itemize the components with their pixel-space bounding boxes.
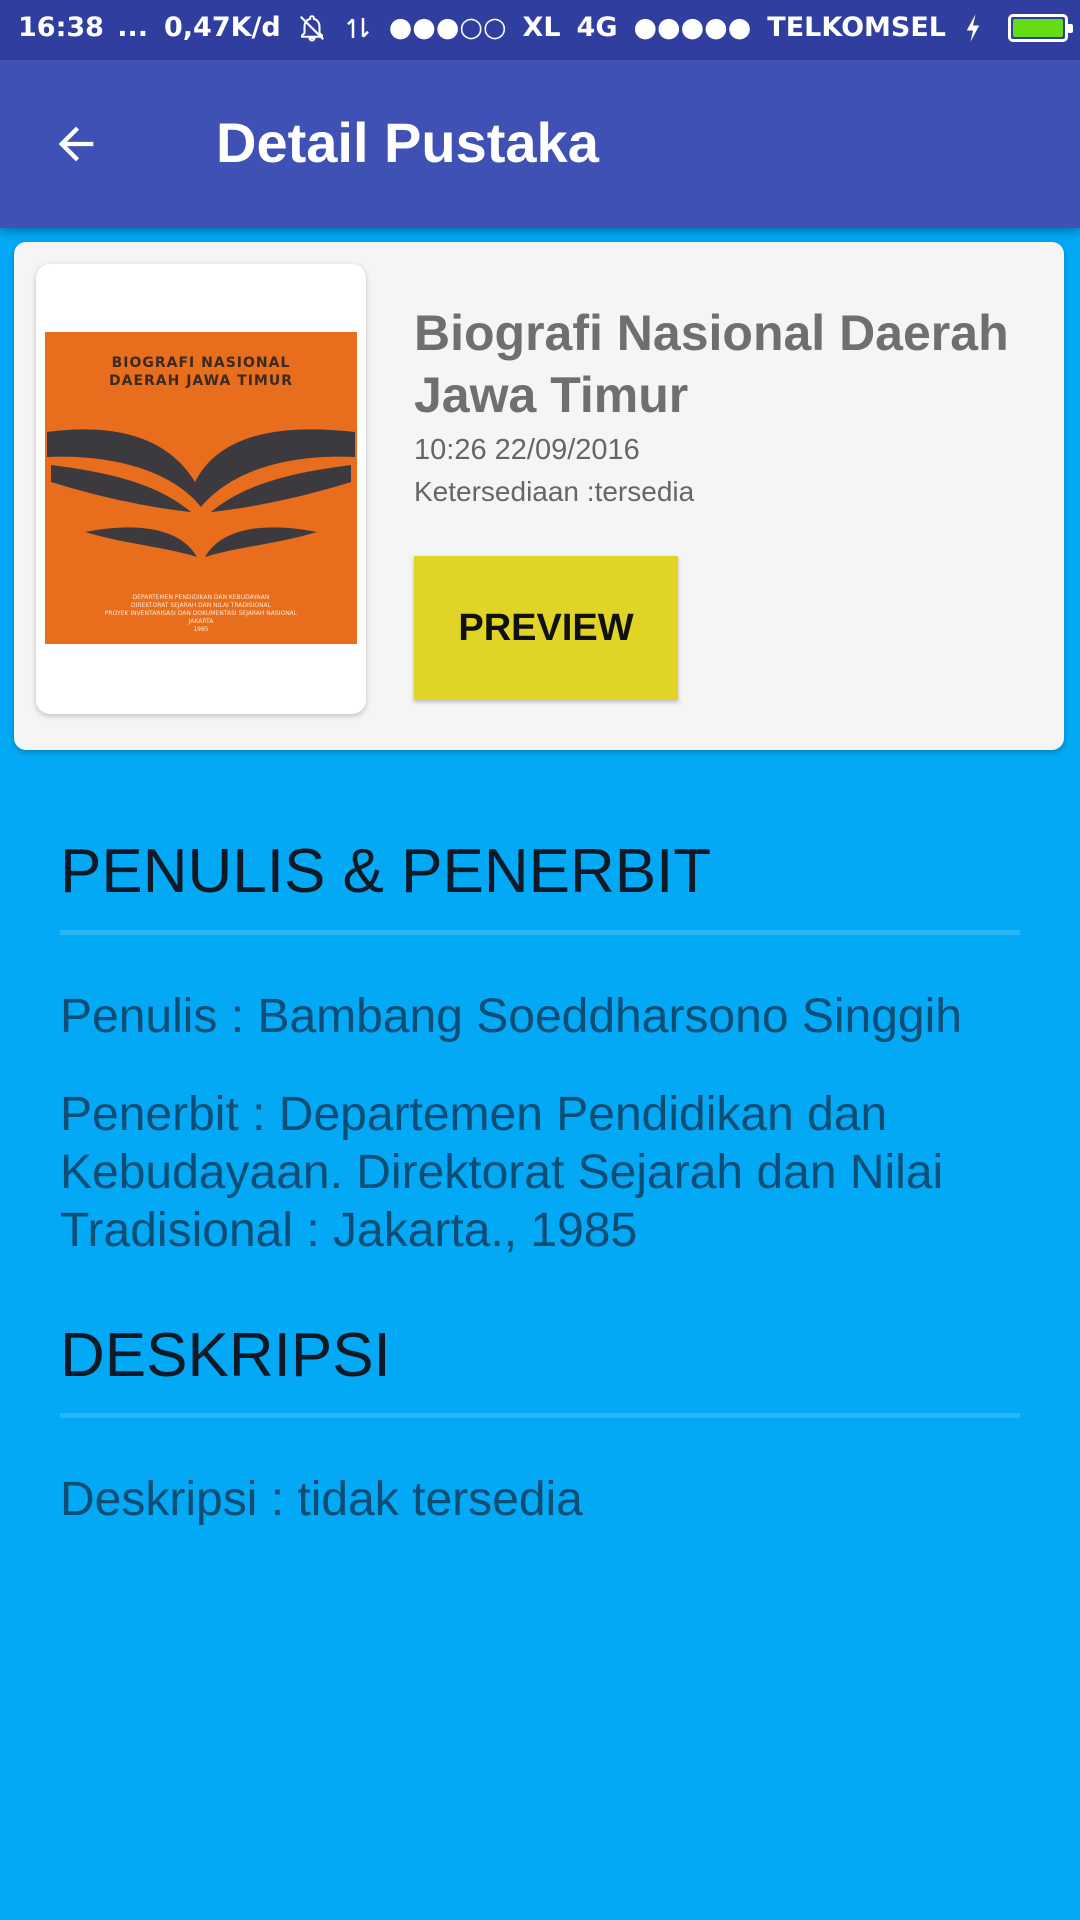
- signal-strength-1: ●●●○○: [388, 12, 507, 43]
- charging-icon: [962, 13, 992, 43]
- arrow-back-icon: [58, 126, 94, 162]
- page-title: Detail Pustaka: [216, 111, 599, 174]
- section-divider: [60, 930, 1020, 935]
- bell-off-icon: [297, 13, 327, 43]
- description-heading: DESKRIPSI: [60, 1321, 391, 1390]
- status-indicators: ... 0,47K/d ●●●○○ XL 4G ●●●●● TELKOMSEL: [117, 12, 1073, 43]
- battery-level: [1013, 18, 1063, 37]
- book-card: BIOGRAFI NASIONAL DAERAH JAWA TIMUR DEPA…: [14, 242, 1064, 750]
- network-type: 4G: [576, 12, 618, 43]
- description-text: Deskripsi : tidak tersedia: [60, 1473, 583, 1526]
- back-button[interactable]: [50, 114, 120, 174]
- book-date: 10:26 22/09/2016: [414, 434, 640, 466]
- cover-footer: DEPARTEMEN PENDIDIKAN DAN KEBUDAYAAN DIR…: [45, 594, 357, 634]
- cover-footer-line: DEPARTEMEN PENDIDIKAN DAN KEBUDAYAAN: [132, 594, 270, 601]
- book-title: Biografi Nasional Daerah Jawa Timur: [414, 305, 1009, 423]
- book-cover-image: BIOGRAFI NASIONAL DAERAH JAWA TIMUR DEPA…: [45, 332, 357, 644]
- signal-strength-2: ●●●●●: [633, 12, 752, 43]
- cover-footer-line: PROYEK INVENTARISASI DAN DOKUMENTASI SEJ…: [104, 610, 298, 617]
- section-divider: [60, 1413, 1020, 1418]
- data-arrows-icon: [343, 13, 373, 43]
- carrier-2: TELKOMSEL: [767, 12, 946, 43]
- book-availability: Ketersediaan :tersedia: [414, 476, 695, 507]
- battery-icon: [1008, 13, 1073, 42]
- status-dots: ...: [117, 12, 148, 43]
- author-publisher-heading: PENULIS & PENERBIT: [60, 837, 712, 906]
- preview-button[interactable]: PREVIEW: [414, 556, 678, 700]
- author-text: Penulis : Bambang Soeddharsono Singgih: [60, 990, 962, 1043]
- status-time: 16:38: [18, 12, 104, 43]
- cover-footer-line: 1985: [193, 626, 209, 633]
- cover-footer-line: JAKARTA: [188, 618, 214, 625]
- cover-footer-line: DIREKTORAT SEJARAH DAN NILAI TRADISIONAL: [130, 602, 271, 609]
- network-speed: 0,47K/d: [163, 12, 281, 43]
- carrier-1: XL: [522, 12, 561, 43]
- cover-card[interactable]: BIOGRAFI NASIONAL DAERAH JAWA TIMUR DEPA…: [36, 264, 366, 714]
- publisher-text: Penerbit : Departemen Pendidikan dan Keb…: [60, 1088, 944, 1257]
- app-bar: Detail Pustaka: [0, 60, 1080, 228]
- status-bar: 16:38 ... 0,47K/d ●●●○○ XL 4G ●●●●● TELK…: [0, 0, 1080, 60]
